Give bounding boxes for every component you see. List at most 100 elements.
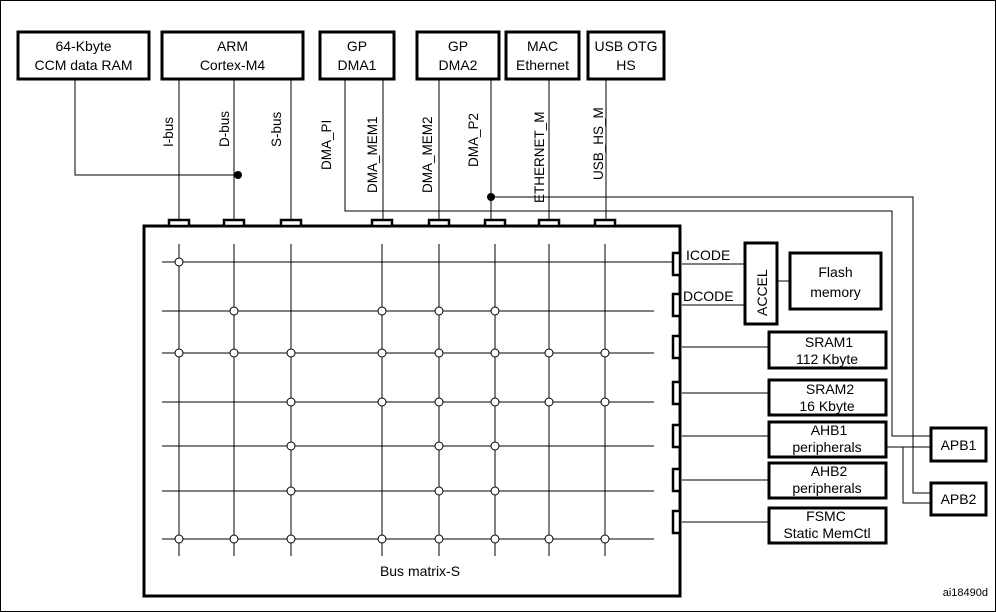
accel-label: ACCEL bbox=[754, 269, 770, 316]
matrix-connection bbox=[600, 348, 610, 358]
junction-dot bbox=[234, 171, 242, 179]
master-port bbox=[279, 218, 303, 228]
matrix-connection bbox=[490, 348, 500, 358]
figure-id: ai18490d bbox=[943, 587, 988, 599]
dma1-line1: GP bbox=[347, 38, 367, 54]
matrix-connection bbox=[286, 348, 296, 358]
matrix-connection bbox=[377, 348, 387, 358]
fsmc-line1: FSMC bbox=[806, 508, 846, 524]
apb2-label: APB2 bbox=[941, 491, 977, 507]
dcode-label: DCODE bbox=[683, 288, 734, 304]
mac-line1: MAC bbox=[527, 38, 558, 54]
matrix-connection bbox=[174, 534, 184, 544]
master-gp-dma1: GP DMA1 bbox=[318, 30, 396, 81]
matrix-connection bbox=[174, 257, 184, 267]
bus-label-dma-mem2: DMA_MEM2 bbox=[420, 116, 435, 193]
matrix-connection bbox=[434, 306, 444, 316]
junction-dot bbox=[487, 193, 495, 201]
matrix-connection bbox=[490, 486, 500, 496]
matrix-connection bbox=[490, 534, 500, 544]
slave-port bbox=[671, 423, 682, 449]
sram1-line2: 112 Kbyte bbox=[796, 351, 858, 367]
mac-line2: Ethernet bbox=[516, 57, 569, 73]
sram1-line1: SRAM1 bbox=[805, 334, 853, 350]
matrix-connection bbox=[229, 534, 239, 544]
ahb1-line1: AHB1 bbox=[811, 422, 848, 438]
master-port bbox=[427, 218, 451, 228]
bus-label-d-bus: D-bus bbox=[217, 111, 232, 147]
matrix-connection bbox=[286, 486, 296, 496]
matrix-connection bbox=[600, 534, 610, 544]
matrix-connection bbox=[544, 534, 554, 544]
apb2: APB2 bbox=[929, 481, 988, 517]
matrix-connection bbox=[229, 306, 239, 316]
master-port bbox=[167, 218, 191, 228]
ahb2-line1: AHB2 bbox=[811, 463, 848, 479]
arm-line2: Cortex-M4 bbox=[200, 57, 266, 73]
matrix-connection bbox=[434, 486, 444, 496]
sram1: SRAM1 112 Kbyte bbox=[767, 330, 888, 370]
matrix-connection bbox=[490, 441, 500, 451]
matrix-connection bbox=[229, 348, 239, 358]
fsmc-line2: Static MemCtl bbox=[783, 525, 870, 541]
matrix-connection bbox=[377, 534, 387, 544]
matrix-connection bbox=[377, 306, 387, 316]
matrix-connection bbox=[434, 397, 444, 407]
icode-label: ICODE bbox=[686, 247, 730, 263]
ahb1-peripherals: AHB1 peripherals bbox=[767, 420, 888, 459]
master-port bbox=[537, 218, 561, 228]
ahb2-peripherals: AHB2 peripherals bbox=[767, 461, 888, 500]
usb-line1: USB OTG bbox=[594, 38, 657, 54]
sram2-line2: 16 Kbyte bbox=[799, 398, 854, 414]
dma1-line2: DMA1 bbox=[338, 57, 377, 73]
master-ccm-ram: 64-Kbyte CCM data RAM bbox=[16, 30, 151, 81]
master-mac-ethernet: MAC Ethernet bbox=[504, 30, 581, 81]
matrix-connection bbox=[174, 348, 184, 358]
master-arm-cortex-m4: ARM Cortex-M4 bbox=[160, 30, 305, 81]
slave-port bbox=[671, 380, 682, 406]
flash-memory: Flash memory bbox=[788, 251, 883, 311]
matrix-connection bbox=[434, 534, 444, 544]
bus-label-s-bus: S-bus bbox=[269, 111, 284, 147]
master-port bbox=[370, 218, 394, 228]
matrix-connection bbox=[434, 348, 444, 358]
matrix-connection bbox=[544, 348, 554, 358]
bus-label-dma-p2: DMA_P2 bbox=[466, 113, 481, 167]
flash-line1: Flash bbox=[818, 264, 852, 280]
ccm-line1: 64-Kbyte bbox=[55, 38, 111, 54]
apb1-label: APB1 bbox=[941, 437, 977, 453]
ahb2-line2: peripherals bbox=[792, 480, 861, 496]
accel-block: ACCEL bbox=[743, 241, 779, 326]
matrix-connection bbox=[490, 306, 500, 316]
slave-port bbox=[671, 334, 682, 360]
slave-port bbox=[671, 292, 682, 318]
master-port bbox=[222, 218, 246, 228]
matrix-connection bbox=[544, 397, 554, 407]
apb1: APB1 bbox=[929, 426, 988, 463]
dma2-line1: GP bbox=[448, 38, 468, 54]
master-port bbox=[483, 218, 507, 228]
matrix-connection bbox=[286, 441, 296, 451]
matrix-connection bbox=[434, 441, 444, 451]
usb-line2: HS bbox=[616, 57, 635, 73]
bus-label-dma-mem1: DMA_MEM1 bbox=[365, 116, 380, 193]
fsmc-static-memctl: FSMC Static MemCtl bbox=[767, 506, 888, 545]
bus-matrix-label: Bus matrix-S bbox=[380, 563, 460, 579]
ahb1-line2: peripherals bbox=[792, 439, 861, 455]
bus-label-ethernet-m: ETHERNET_M bbox=[532, 111, 547, 203]
dma2-line2: DMA2 bbox=[439, 57, 478, 73]
matrix-connection bbox=[286, 534, 296, 544]
master-port bbox=[593, 218, 617, 228]
bus-label-dma-pi: DMA_PI bbox=[319, 120, 334, 170]
matrix-connection bbox=[286, 397, 296, 407]
master-usb-otg-hs: USB OTG HS bbox=[586, 30, 666, 81]
slave-port bbox=[671, 251, 682, 277]
flash-line2: memory bbox=[810, 284, 861, 300]
bus-label-usb-hs-m: USB_HS_M bbox=[591, 107, 606, 180]
master-gp-dma2: GP DMA2 bbox=[415, 30, 501, 81]
slave-port bbox=[671, 509, 682, 535]
sram2: SRAM2 16 Kbyte bbox=[767, 378, 888, 417]
matrix-connection bbox=[490, 397, 500, 407]
bus-label-i-bus: I-bus bbox=[161, 117, 176, 147]
sram2-line1: SRAM2 bbox=[806, 381, 854, 397]
